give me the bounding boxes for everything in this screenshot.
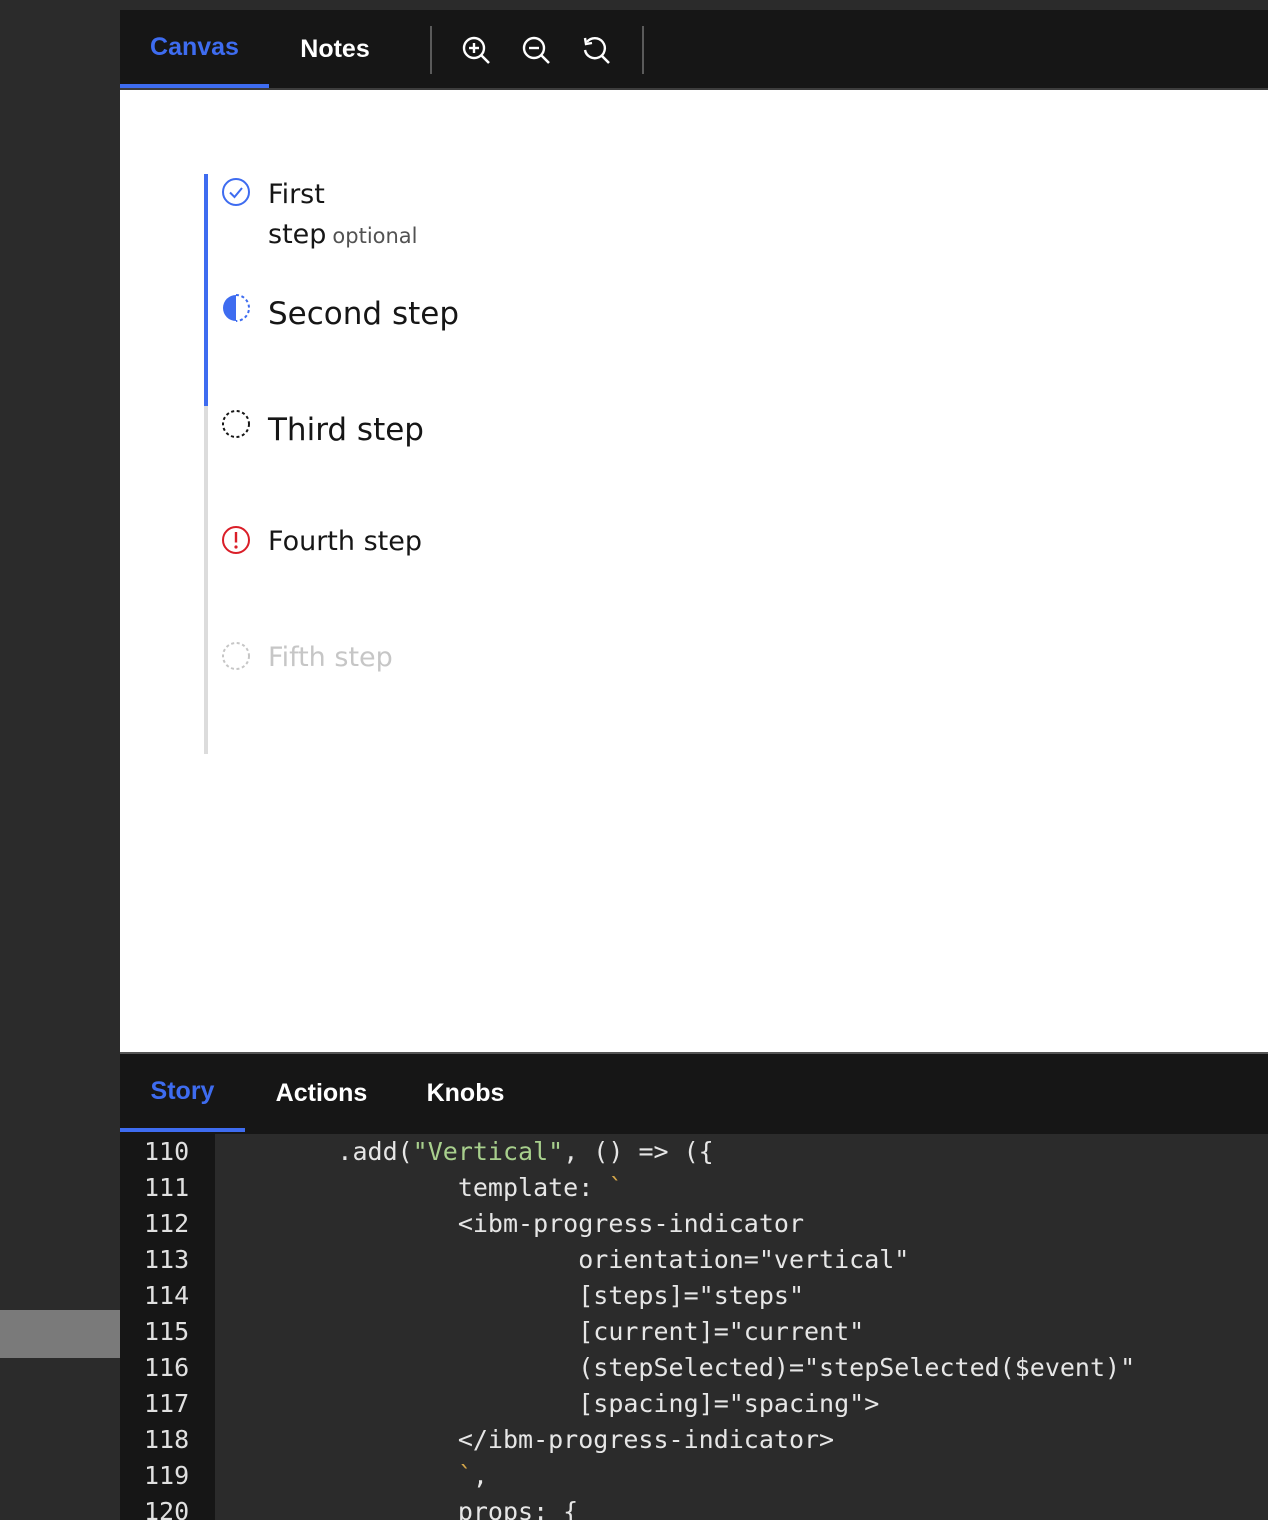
progress-step-first[interactable]: First step optional [220, 176, 418, 256]
progress-step-third[interactable]: Third step [220, 408, 424, 450]
step-label: Third step [268, 412, 424, 448]
code-text: [steps]="steps" [217, 1281, 804, 1310]
addons-panel-tabs: Story Actions Knobs [120, 1052, 1268, 1136]
progress-step-second[interactable]: Second step [220, 292, 459, 334]
line-number: 119 [144, 1461, 190, 1490]
line-number: 110 [144, 1137, 190, 1166]
tab-notes[interactable]: Notes [269, 10, 401, 88]
code-text: [spacing]="spacing"> [217, 1389, 880, 1418]
dashed-circle-icon [222, 410, 250, 438]
progress-step-fourth[interactable]: Fourth step [220, 524, 422, 562]
code-text: `, [457, 1461, 488, 1490]
zoom-in-button[interactable] [458, 32, 494, 68]
zoom-out-button[interactable] [518, 32, 554, 68]
code-text: orientation="vertical" [217, 1245, 910, 1274]
line-number: 116 [144, 1353, 190, 1382]
sidebar-selected-item[interactable] [0, 1310, 120, 1358]
zoom-out-icon [522, 36, 550, 64]
story-source-code: 110 .add("Vertical", () => ({ 111 templat… [120, 1134, 1268, 1520]
reset-zoom-icon [583, 37, 610, 64]
line-number: 117 [144, 1389, 190, 1418]
step-optional-label: optional [332, 224, 418, 248]
code-text: template: ` [217, 1173, 624, 1202]
progress-track-complete [204, 174, 208, 406]
code-text: [current]="current" [217, 1317, 865, 1346]
code-text: .add("Vertical", () => ({ [217, 1137, 714, 1166]
step-label: step [268, 219, 327, 250]
line-number: 114 [144, 1281, 190, 1310]
code-text: props: { [217, 1497, 579, 1520]
checkmark-outline-icon [222, 178, 250, 206]
line-number: 115 [144, 1317, 190, 1346]
tab-canvas[interactable]: Canvas [120, 10, 269, 88]
preview-toolbar: Canvas Notes [120, 10, 1268, 90]
toolbar-divider [642, 26, 644, 74]
line-number: 120 [144, 1497, 190, 1520]
line-number: 113 [144, 1245, 190, 1274]
dashed-circle-icon [222, 642, 250, 670]
sidebar [0, 0, 120, 1520]
step-label: Fourth step [268, 526, 422, 557]
tab-knobs[interactable]: Knobs [398, 1054, 533, 1132]
reset-zoom-button[interactable] [578, 32, 614, 68]
step-label: Second step [268, 296, 459, 332]
tab-actions[interactable]: Actions [245, 1054, 398, 1132]
warning-icon [222, 526, 250, 554]
zoom-in-icon [462, 36, 490, 64]
toolbar-divider [430, 26, 432, 74]
step-label: First [268, 179, 325, 210]
line-number: 111 [144, 1173, 190, 1202]
code-text: (stepSelected)="stepSelected($event)" [217, 1353, 1136, 1382]
tab-story[interactable]: Story [120, 1054, 245, 1132]
code-text: <ibm-progress-indicator [217, 1209, 804, 1238]
progress-step-fifth: Fifth step [220, 640, 393, 678]
code-text: </ibm-progress-indicator> [217, 1425, 835, 1454]
incomplete-half-circle-icon [223, 294, 250, 322]
step-label: Fifth step [268, 642, 393, 673]
line-number: 112 [144, 1209, 190, 1238]
line-number: 118 [144, 1425, 190, 1454]
preview-canvas: First step optional Second step Third ste… [120, 90, 1268, 1052]
